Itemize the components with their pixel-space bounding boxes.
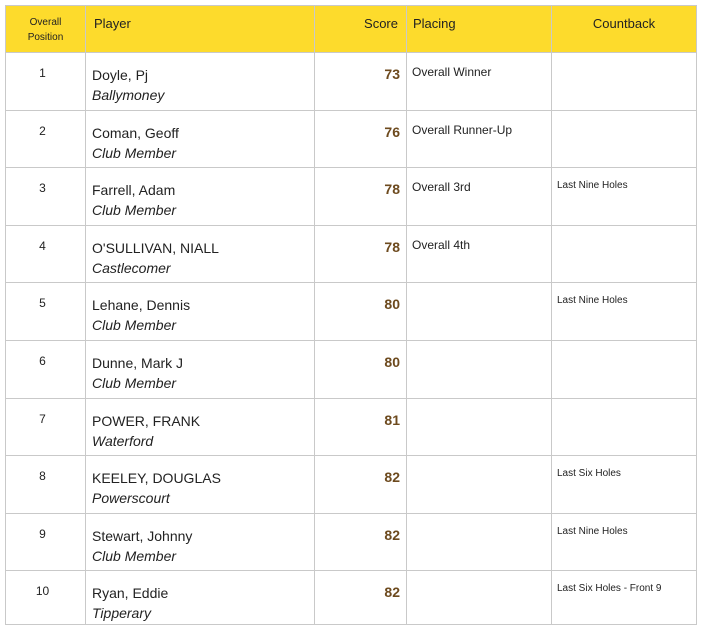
player-name[interactable]: POWER, FRANK bbox=[92, 411, 314, 431]
countback-cell bbox=[551, 224, 697, 284]
score-cell[interactable]: 80 bbox=[314, 282, 407, 341]
player-cell: Farrell, Adam Club Member bbox=[85, 167, 315, 226]
player-name[interactable]: O'SULLIVAN, NIALL bbox=[92, 238, 314, 258]
table-row: 5 Lehane, Dennis Club Member 80 Last Nin… bbox=[5, 282, 697, 341]
player-cell: Dunne, Mark J Club Member bbox=[85, 339, 315, 399]
placing-cell bbox=[406, 512, 552, 572]
player-cell: KEELEY, DOUGLAS Powerscourt bbox=[85, 455, 315, 514]
player-name[interactable]: Dunne, Mark J bbox=[92, 353, 314, 373]
player-club: Club Member bbox=[92, 202, 177, 219]
position-cell: 5 bbox=[5, 282, 86, 341]
table-row: 10 Ryan, Eddie Tipperary 82 Last Six Hol… bbox=[5, 570, 697, 626]
position-cell: 7 bbox=[5, 397, 86, 457]
header-placing[interactable]: Placing bbox=[406, 5, 552, 53]
header-position-line2: Position bbox=[27, 32, 64, 43]
placing-cell: Overall 3rd bbox=[406, 167, 552, 226]
player-cell: O'SULLIVAN, NIALL Castlecomer bbox=[85, 224, 315, 284]
player-club: Club Member bbox=[92, 317, 177, 334]
score-cell[interactable]: 78 bbox=[314, 167, 407, 226]
placing-cell bbox=[406, 282, 552, 341]
header-position-line1: Overall bbox=[29, 17, 62, 28]
player-name[interactable]: Coman, Geoff bbox=[92, 123, 314, 143]
countback-cell bbox=[551, 52, 697, 111]
player-club: Ballymoney bbox=[92, 87, 165, 103]
player-name[interactable]: Farrell, Adam bbox=[92, 180, 314, 200]
position-cell: 8 bbox=[5, 455, 86, 514]
player-name[interactable]: Ryan, Eddie bbox=[92, 583, 314, 603]
player-club: Club Member bbox=[92, 374, 177, 391]
player-club: Club Member bbox=[92, 144, 177, 161]
table-row: 7 POWER, FRANK Waterford 81 bbox=[5, 397, 697, 457]
countback-cell bbox=[551, 397, 697, 457]
table-row: 2 Coman, Geoff Club Member 76 Overall Ru… bbox=[5, 109, 697, 169]
player-club: Castlecomer bbox=[92, 259, 171, 276]
table-body: 1 Doyle, Pj Ballymoney 73 Overall Winner… bbox=[5, 52, 697, 626]
placing-cell: Overall Winner bbox=[406, 52, 552, 111]
player-club: Waterford bbox=[92, 432, 154, 449]
player-cell: Doyle, Pj Ballymoney bbox=[85, 52, 315, 111]
score-cell[interactable]: 73 bbox=[314, 52, 407, 111]
header-row: Overall Position Player Score Placing Co… bbox=[5, 5, 697, 53]
placing-cell bbox=[406, 339, 552, 399]
score-cell[interactable]: 80 bbox=[314, 339, 407, 399]
header-overall-position[interactable]: Overall Position bbox=[5, 5, 86, 53]
countback-cell: Last Nine Holes bbox=[551, 282, 697, 341]
countback-cell: Last Nine Holes bbox=[551, 512, 697, 572]
table-row: 1 Doyle, Pj Ballymoney 73 Overall Winner bbox=[5, 52, 697, 111]
player-cell: Lehane, Dennis Club Member bbox=[85, 282, 315, 341]
countback-cell bbox=[551, 109, 697, 169]
player-club: Powerscourt bbox=[92, 490, 170, 507]
countback-cell: Last Nine Holes bbox=[551, 167, 697, 226]
player-name[interactable]: KEELEY, DOUGLAS bbox=[92, 468, 314, 488]
placing-cell bbox=[406, 397, 552, 457]
position-cell: 10 bbox=[5, 570, 86, 626]
position-cell: 2 bbox=[5, 109, 86, 169]
position-cell: 1 bbox=[5, 52, 86, 111]
position-cell: 4 bbox=[5, 224, 86, 284]
player-club: Tipperary bbox=[92, 605, 152, 622]
header-countback[interactable]: Countback bbox=[551, 5, 697, 53]
countback-cell: Last Six Holes - Front 9 bbox=[551, 570, 697, 626]
placing-cell bbox=[406, 455, 552, 514]
table-row: 9 Stewart, Johnny Club Member 82 Last Ni… bbox=[5, 512, 697, 572]
table-row: 3 Farrell, Adam Club Member 78 Overall 3… bbox=[5, 167, 697, 226]
table-row: 8 KEELEY, DOUGLAS Powerscourt 82 Last Si… bbox=[5, 455, 697, 514]
player-cell: Coman, Geoff Club Member bbox=[85, 109, 315, 169]
countback-cell: Last Six Holes bbox=[551, 455, 697, 514]
header-score[interactable]: Score bbox=[314, 5, 407, 53]
player-cell: Stewart, Johnny Club Member bbox=[85, 512, 315, 572]
position-cell: 3 bbox=[5, 167, 86, 226]
position-cell: 6 bbox=[5, 339, 86, 399]
player-club: Club Member bbox=[92, 547, 177, 564]
placing-cell: Overall Runner-Up bbox=[406, 109, 552, 169]
score-cell[interactable]: 76 bbox=[314, 109, 407, 169]
player-cell: POWER, FRANK Waterford bbox=[85, 397, 315, 457]
results-table: Overall Position Player Score Placing Co… bbox=[5, 5, 697, 626]
table-header: Overall Position Player Score Placing Co… bbox=[5, 5, 697, 53]
score-cell[interactable]: 82 bbox=[314, 512, 407, 572]
score-cell[interactable]: 78 bbox=[314, 224, 407, 284]
score-cell[interactable]: 81 bbox=[314, 397, 407, 457]
player-name[interactable]: Lehane, Dennis bbox=[92, 295, 314, 315]
score-cell[interactable]: 82 bbox=[314, 455, 407, 514]
player-cell: Ryan, Eddie Tipperary bbox=[85, 570, 315, 626]
countback-cell bbox=[551, 339, 697, 399]
table-row: 4 O'SULLIVAN, NIALL Castlecomer 78 Overa… bbox=[5, 224, 697, 284]
placing-cell: Overall 4th bbox=[406, 224, 552, 284]
position-cell: 9 bbox=[5, 512, 86, 572]
table-row: 6 Dunne, Mark J Club Member 80 bbox=[5, 339, 697, 399]
placing-cell bbox=[406, 570, 552, 626]
player-name[interactable]: Stewart, Johnny bbox=[92, 526, 314, 546]
player-name[interactable]: Doyle, Pj bbox=[92, 65, 314, 85]
header-player[interactable]: Player bbox=[85, 5, 315, 53]
score-cell[interactable]: 82 bbox=[314, 570, 407, 626]
